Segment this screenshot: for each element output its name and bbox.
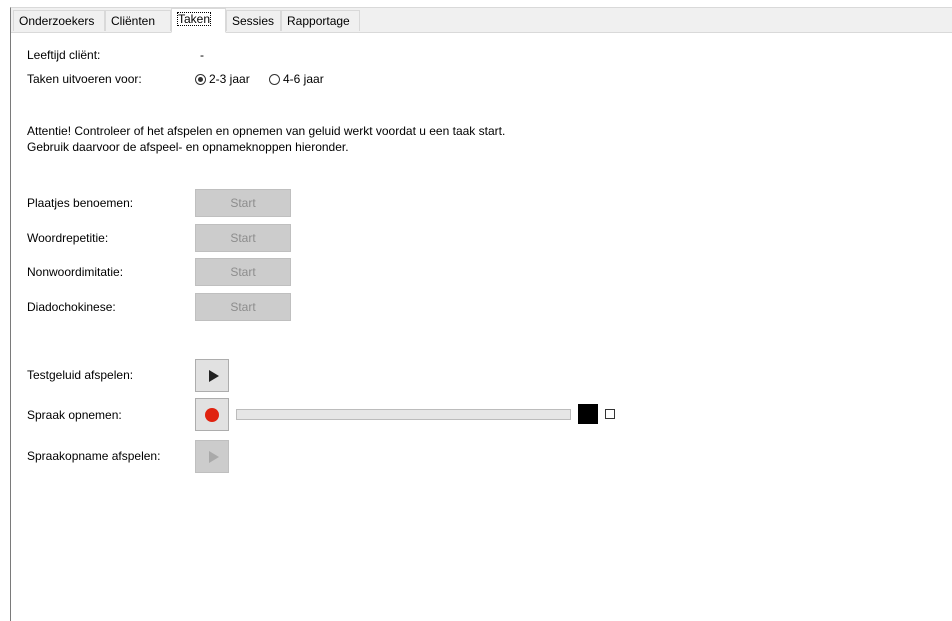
age-group-label: Taken uitvoeren voor: (27, 72, 142, 86)
task-label-plaatjes-benoemen: Plaatjes benoemen: (27, 196, 134, 210)
task-label-woordrepetitie: Woordrepetitie: (27, 231, 109, 245)
notice-line-1: Attentie! Controleer of het afspelen en … (27, 124, 506, 138)
radio-4-6-jaar[interactable]: 4-6 jaar (269, 72, 324, 86)
record-speech-label: Spraak opnemen: (27, 408, 122, 422)
play-icon (208, 450, 219, 463)
play-test-sound-button[interactable] (195, 359, 229, 392)
level-indicator-square (578, 404, 598, 424)
start-button-nonwoordimitatie[interactable]: Start (195, 258, 291, 286)
playback-recording-label: Spraakopname afspelen: (27, 449, 161, 463)
play-icon (208, 369, 219, 382)
recording-level-bar (236, 409, 571, 420)
record-button[interactable] (195, 398, 229, 431)
start-button-diadochokinese[interactable]: Start (195, 293, 291, 321)
task-label-diadochokinese: Diadochokinese: (27, 300, 116, 314)
start-button-woordrepetitie[interactable]: Start (195, 224, 291, 252)
tab-clienten[interactable]: Cliënten (105, 10, 171, 31)
notice-line-2: Gebruik daarvoor de afspeel- en opnamekn… (27, 140, 349, 154)
radio-2-3-jaar-label: 2-3 jaar (209, 72, 250, 86)
record-icon (205, 407, 219, 422)
play-recording-button[interactable] (195, 440, 229, 473)
radio-2-3-jaar[interactable]: 2-3 jaar (195, 72, 250, 86)
client-age-label: Leeftijd cliënt: (27, 48, 101, 62)
tab-onderzoekers[interactable]: Onderzoekers (13, 10, 105, 31)
start-button-plaatjes-benoemen[interactable]: Start (195, 189, 291, 217)
radio-checked-icon (195, 73, 206, 85)
tab-rapportage[interactable]: Rapportage (281, 10, 360, 31)
task-label-nonwoordimitatie: Nonwoordimitatie: (27, 265, 124, 279)
monitor-checkbox[interactable] (605, 409, 615, 419)
radio-4-6-jaar-label: 4-6 jaar (283, 72, 324, 86)
tab-strip: Onderzoekers Cliënten Taken Sessies Rapp… (11, 8, 952, 33)
tab-taken[interactable]: Taken (171, 8, 226, 33)
client-age-value: - (200, 48, 204, 62)
test-sound-label: Testgeluid afspelen: (27, 368, 134, 382)
radio-unchecked-icon (269, 73, 280, 85)
tab-sessies[interactable]: Sessies (226, 10, 281, 31)
application-window: Onderzoekers Cliënten Taken Sessies Rapp… (10, 7, 952, 621)
taken-panel: Leeftijd cliënt: - Taken uitvoeren voor:… (11, 33, 952, 621)
